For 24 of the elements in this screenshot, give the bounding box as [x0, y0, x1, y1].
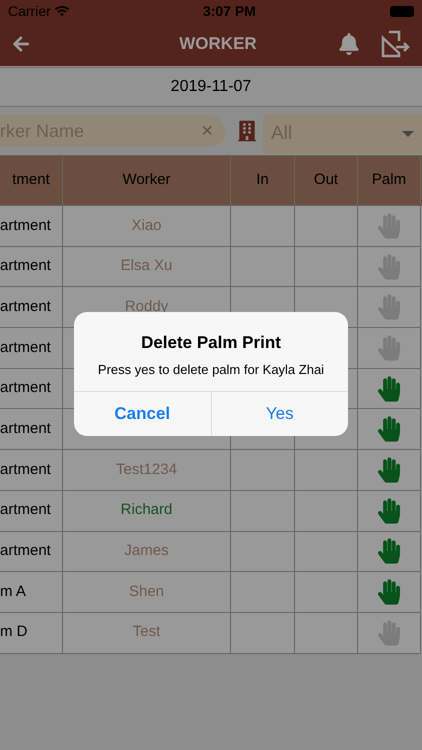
battery-icon	[390, 6, 414, 16]
dialog-message: Press yes to delete palm for Kayla Zhai	[98, 360, 324, 379]
dialog-title: Delete Palm Print	[141, 332, 281, 354]
building-icon	[238, 120, 256, 142]
window-title: WORKER	[178, 33, 258, 56]
wifi-icon	[54, 4, 69, 18]
palm-icon[interactable]	[378, 376, 400, 402]
date-bar[interactable]: 2019-11-07	[0, 67, 422, 107]
table-cell	[231, 612, 295, 654]
clear-icon[interactable]: ×	[201, 116, 213, 146]
yes-button[interactable]: Yes	[212, 392, 348, 436]
cancel-button[interactable]: Cancel	[74, 392, 212, 436]
palm-icon[interactable]	[378, 416, 400, 442]
caret-icon	[402, 131, 414, 137]
palm-icon[interactable]	[378, 579, 400, 606]
carrier-label: Carrier	[8, 2, 51, 20]
status-time: 3:07 PM	[202, 2, 256, 20]
palm-icon[interactable]	[378, 456, 400, 483]
palm-icon[interactable]	[378, 498, 400, 524]
export-icon[interactable]	[380, 29, 410, 59]
table-cell: Test	[63, 612, 231, 654]
table-cell: m D	[0, 612, 63, 654]
palm-icon[interactable]	[378, 538, 400, 564]
back-arrow-icon	[12, 35, 30, 53]
